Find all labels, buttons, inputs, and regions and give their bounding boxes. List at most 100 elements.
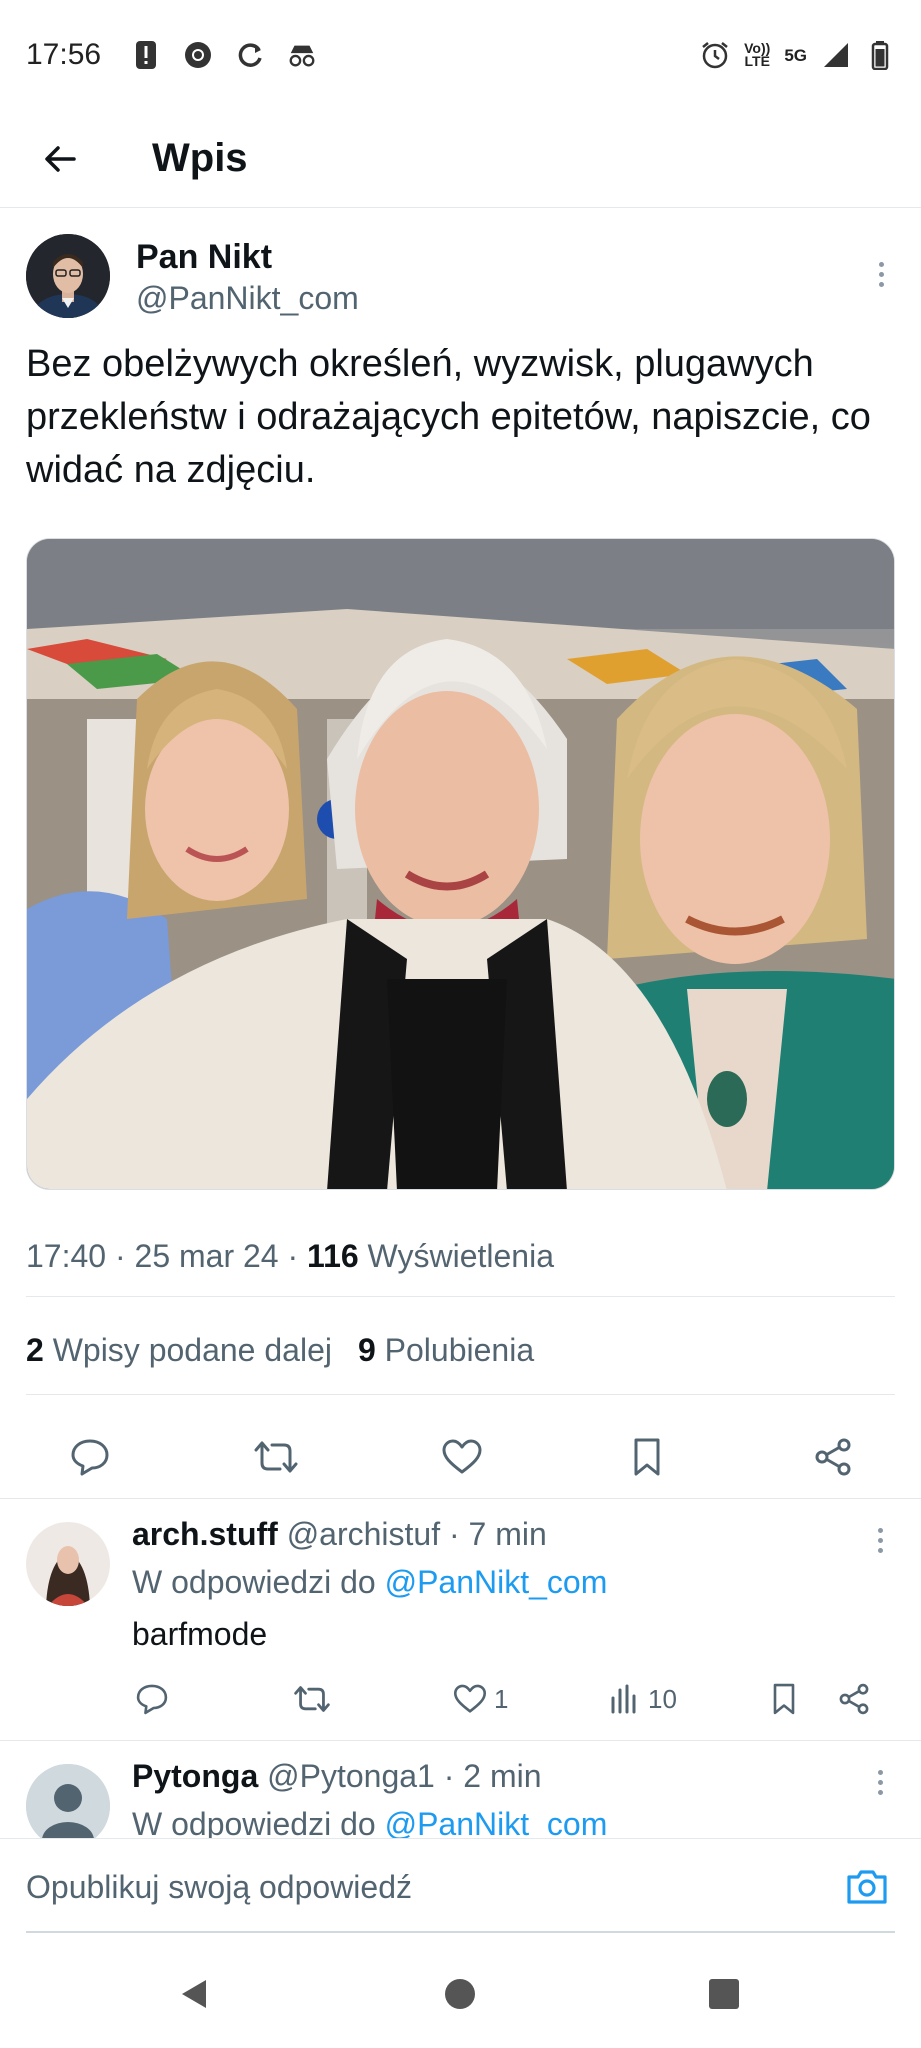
dot — [877, 1537, 883, 1543]
reply-like-count: 1 — [494, 1683, 509, 1714]
reply-to-mention[interactable]: @PanNikt_com — [385, 1806, 608, 1838]
sync-icon — [235, 40, 265, 70]
likes-stat[interactable]: 9 Polubienia — [358, 1332, 534, 1369]
meta-separator: · — [443, 1758, 455, 1794]
reply-more-button[interactable] — [865, 1762, 895, 1802]
speech-bubble-icon — [71, 1439, 109, 1476]
battery-icon — [865, 40, 895, 70]
arrow-left-icon — [45, 145, 76, 172]
status-bar: 17:56 Vo)) LTE 5G — [0, 0, 921, 110]
reply-input[interactable] — [26, 1857, 826, 1917]
author-avatar[interactable] — [26, 234, 110, 318]
like-button[interactable] — [438, 1433, 486, 1481]
repost-arrows-icon — [294, 1686, 330, 1712]
post-more-button[interactable] — [866, 254, 896, 294]
divider — [0, 1740, 921, 1741]
reposts-count: 2 — [26, 1332, 44, 1368]
divider — [26, 1394, 895, 1395]
repost-button[interactable] — [252, 1433, 300, 1481]
reply-repost-button[interactable] — [292, 1674, 332, 1724]
reply-to-label: W odpowiedzi do — [132, 1806, 376, 1838]
post-stats: 2 Wpisy podane dalej 9 Polubienia — [26, 1332, 534, 1369]
triangle-back-icon — [182, 1980, 206, 2008]
reply-more-button[interactable] — [865, 1520, 895, 1560]
nav-home-button[interactable] — [440, 1974, 480, 2014]
reply-reply-button[interactable] — [134, 1674, 170, 1724]
dot — [877, 1769, 883, 1775]
speech-bubble-icon — [136, 1684, 168, 1715]
reply-item[interactable]: arch.stuff @archistuf · 7 min W odpowied… — [0, 1500, 921, 1740]
reply-age: 2 min — [463, 1758, 542, 1794]
reply-author-name[interactable]: arch.stuff — [132, 1516, 278, 1552]
reply-author-handle[interactable]: @archistuf — [287, 1516, 440, 1552]
reply-to-line: W odpowiedzi do @PanNikt_com — [132, 1806, 607, 1838]
page-title: Wpis — [152, 136, 248, 180]
meta-separator: · — [287, 1238, 299, 1274]
alarm-icon — [700, 40, 730, 70]
reposts-stat[interactable]: 2 Wpisy podane dalej — [26, 1332, 332, 1369]
post-date[interactable]: 25 mar 24 — [135, 1238, 279, 1274]
reply-views-count: 10 — [648, 1683, 677, 1714]
dot — [878, 271, 884, 277]
dot — [877, 1789, 883, 1795]
meta-separator: · — [449, 1516, 460, 1552]
reply-header: Pytonga @Pytonga1 · 2 min — [132, 1758, 542, 1795]
status-time: 17:56 — [26, 38, 102, 71]
top-app-bar: Wpis — [0, 110, 921, 208]
camera-icon — [847, 1870, 887, 1904]
post-photo[interactable] — [26, 538, 895, 1190]
likes-count: 9 — [357, 1332, 376, 1368]
repost-arrows-icon — [254, 1441, 298, 1473]
reply-actions: 1 10 — [132, 1674, 882, 1724]
views-label: Wyświetlenia — [367, 1238, 554, 1274]
bookmark-button[interactable] — [623, 1433, 671, 1481]
author-name[interactable]: Pan Nikt — [136, 238, 272, 277]
nav-recents-button[interactable] — [704, 1974, 744, 2014]
photo-illustration — [27, 539, 894, 1189]
system-nav-bar — [0, 1940, 921, 2048]
composer-underline — [26, 1931, 895, 1933]
reply-author-handle[interactable]: @Pytonga1 — [267, 1758, 435, 1794]
dot — [878, 261, 884, 267]
volte-bottom-label: LTE — [744, 53, 770, 69]
signal-icon — [821, 40, 851, 70]
divider — [0, 1498, 921, 1499]
reply-avatar[interactable] — [26, 1522, 110, 1606]
back-button[interactable] — [30, 129, 90, 189]
network-5g-label: 5G — [784, 45, 807, 65]
dot — [878, 281, 884, 287]
reply-to-mention[interactable]: @PanNikt_com — [385, 1564, 608, 1600]
alert-notification-icon — [131, 40, 161, 70]
share-nodes-icon — [815, 1438, 851, 1476]
incognito-icon — [287, 40, 317, 70]
reply-button[interactable] — [66, 1433, 114, 1481]
post-time[interactable]: 17:40 — [26, 1238, 106, 1274]
dot — [877, 1527, 883, 1533]
reply-to-label: W odpowiedzi do — [132, 1564, 376, 1600]
reply-composer — [0, 1838, 921, 1938]
post-text: Bez obelżywych określeń, wyzwisk, plugaw… — [26, 343, 871, 491]
reply-header: arch.stuff @archistuf · 7 min — [132, 1516, 547, 1553]
reply-like-button[interactable]: 1 — [452, 1674, 508, 1724]
volte-indicator: Vo)) LTE — [744, 41, 770, 69]
chrome-icon — [183, 40, 213, 70]
camera-button[interactable] — [843, 1863, 891, 1911]
author-handle[interactable]: @PanNikt_com — [136, 280, 359, 317]
dot — [877, 1779, 883, 1785]
post-author: Pan Nikt @PanNikt_com — [26, 234, 896, 324]
bookmark-icon — [634, 1438, 660, 1476]
share-button[interactable] — [809, 1433, 857, 1481]
reply-share-button[interactable] — [836, 1674, 872, 1724]
share-nodes-icon — [839, 1683, 869, 1715]
reply-bookmark-button[interactable] — [766, 1674, 802, 1724]
heart-icon — [453, 1684, 487, 1713]
reply-item[interactable]: Pytonga @Pytonga1 · 2 min W odpowiedzi d… — [0, 1742, 921, 1838]
heart-icon — [442, 1439, 481, 1474]
reply-avatar-default[interactable] — [26, 1764, 110, 1838]
reply-views-button[interactable]: 10 — [608, 1674, 677, 1724]
reply-author-name[interactable]: Pytonga — [132, 1758, 258, 1794]
post-actions — [26, 1412, 895, 1502]
bookmark-icon — [773, 1683, 795, 1715]
nav-back-button[interactable] — [174, 1974, 214, 2014]
divider — [26, 1296, 895, 1297]
